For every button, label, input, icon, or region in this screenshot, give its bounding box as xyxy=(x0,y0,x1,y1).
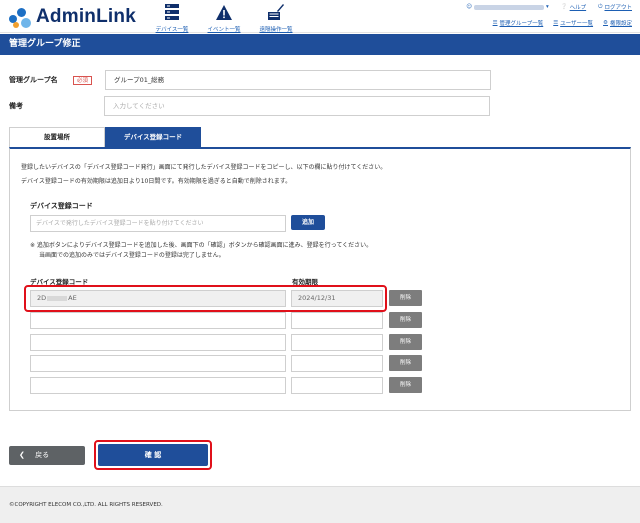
copyright-footer: ©COPYRIGHT ELECOM CO.,LTD. ALL RIGHTS RE… xyxy=(0,486,640,523)
add-button[interactable]: 追加 xyxy=(291,215,325,230)
tab-installation-location[interactable]: 設置場所 xyxy=(9,127,105,147)
required-badge: 必須 xyxy=(73,75,93,85)
code-row-2-expiry xyxy=(291,312,383,329)
section-title: デバイス登録コード xyxy=(30,202,93,210)
logout-link[interactable]: ⏻ ログアウト xyxy=(598,3,632,12)
notes-row: 備考 入力してください xyxy=(9,96,490,116)
logout-icon: ⏻ xyxy=(598,3,603,10)
remote-control-icon xyxy=(266,2,286,22)
group-name-label: 管理グループ名 xyxy=(9,76,58,84)
user-email-redacted xyxy=(473,4,544,10)
code-input[interactable]: デバイスで発行したデバイス登録コードを貼り付けてください xyxy=(30,215,286,232)
panel-description-line2: デバイス登録コードの有効期限は追加日より10日間です。有効期限を過ぎると自動で削… xyxy=(21,178,292,185)
permissions-link[interactable]: ⚙ 権限設定 xyxy=(603,19,632,27)
nav-device-list-label[interactable]: デバイス一覧 xyxy=(156,25,189,33)
top-navigation: デバイス一覧 イベント一覧 遠隔操作一覧 xyxy=(146,2,302,33)
code-row-3-delete-button[interactable]: 削除 xyxy=(389,334,422,350)
app-header: AdminLink デバイス一覧 イベント一覧 遠隔操作一覧 ☺ ▾ ❔ ヘルプ… xyxy=(0,0,640,33)
users-link[interactable]: ☰ ユーザー一覧 xyxy=(553,19,593,27)
user-account-dropdown[interactable]: ☺ ▾ xyxy=(466,4,549,10)
code-row-3-expiry xyxy=(291,334,383,351)
code-row-4-code[interactable] xyxy=(30,355,286,372)
code-row-2-delete-button[interactable]: 削除 xyxy=(389,312,422,328)
chevron-left-icon: ❮ xyxy=(19,451,25,459)
code-row-3-code[interactable] xyxy=(30,334,286,351)
notes-label: 備考 xyxy=(9,102,23,110)
tab-bar: 設置場所 デバイス登録コード xyxy=(9,127,201,147)
user-icon: ☺ xyxy=(466,4,472,10)
logo-text: AdminLink xyxy=(36,6,136,27)
warning-triangle-icon xyxy=(214,2,234,22)
adminlink-logo[interactable]: AdminLink xyxy=(9,5,136,29)
nav-remote-list[interactable]: 遠隔操作一覧 xyxy=(250,2,302,33)
nav-event-list-label[interactable]: イベント一覧 xyxy=(207,25,240,33)
tab-device-registration-code[interactable]: デバイス登録コード xyxy=(105,127,201,147)
group-name-row: 管理グループ名 必須 グループ01_総務 xyxy=(9,70,492,90)
server-icon xyxy=(162,2,182,22)
logout-label: ログアウト xyxy=(604,5,632,11)
code-row-2-code[interactable] xyxy=(30,312,286,329)
chevron-down-icon: ▾ xyxy=(545,4,549,10)
page-title: 管理グループ修正 xyxy=(0,34,640,55)
note-line2: 当画面での追加のみではデバイス登録コードの登録は完了しません。 xyxy=(39,252,225,259)
logo-mark-icon xyxy=(9,5,33,29)
list-icon: ☰ xyxy=(553,20,559,26)
note-line1: ※ 追加ボタンによりデバイス登録コードを追加した後、画面下の「確認」ボタンから確… xyxy=(30,242,373,249)
highlight-confirm-button xyxy=(94,440,212,470)
list-icon: ☰ xyxy=(492,20,498,26)
gear-icon: ⚙ xyxy=(603,20,608,26)
highlight-filled-row xyxy=(24,285,387,312)
help-label: ヘルプ xyxy=(569,5,587,11)
code-row-5-expiry xyxy=(291,377,383,394)
permissions-label: 権限設定 xyxy=(609,21,632,27)
manage-groups-label: 管理グループ一覧 xyxy=(499,21,544,27)
back-button-label: 戻る xyxy=(35,451,50,459)
notes-input[interactable]: 入力してください xyxy=(104,96,490,116)
group-name-input[interactable]: グループ01_総務 xyxy=(105,70,492,90)
code-row-1-delete-button[interactable]: 削除 xyxy=(389,290,422,306)
user-menu: ☺ ▾ ❔ ヘルプ ⏻ ログアウト xyxy=(466,3,632,12)
manage-groups-link[interactable]: ☰ 管理グループ一覧 xyxy=(493,19,544,27)
nav-event-list[interactable]: イベント一覧 xyxy=(198,2,250,33)
code-row-4-expiry xyxy=(291,355,383,372)
back-button[interactable]: ❮ 戻る xyxy=(9,446,85,465)
nav-remote-list-label[interactable]: 遠隔操作一覧 xyxy=(259,25,292,33)
code-row-4-delete-button[interactable]: 削除 xyxy=(389,355,422,371)
panel-description-line1: 登録したいデバイスの「デバイス登録コード発行」画面にて発行したデバイス登録コード… xyxy=(21,164,387,171)
admin-menu: ☰ 管理グループ一覧 ☰ ユーザー一覧 ⚙ 権限設定 xyxy=(493,19,632,27)
help-link[interactable]: ❔ ヘルプ xyxy=(561,3,586,11)
code-row-5-delete-button[interactable]: 削除 xyxy=(389,377,422,393)
help-icon: ❔ xyxy=(560,4,568,10)
code-row-5-code[interactable] xyxy=(30,377,286,394)
nav-device-list[interactable]: デバイス一覧 xyxy=(146,2,198,33)
users-label: ユーザー一覧 xyxy=(560,21,594,27)
